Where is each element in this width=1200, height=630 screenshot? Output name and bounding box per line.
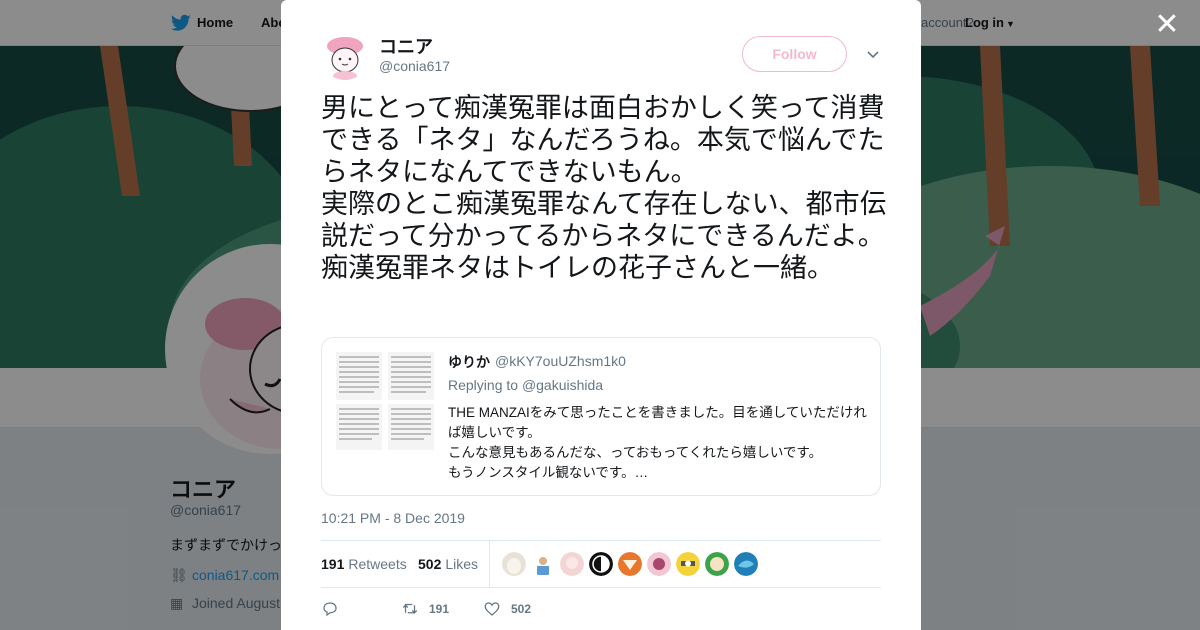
quoted-tweet-card[interactable]: ゆりか @kKY7ouUZhsm1k0 Replying to @gakuish… [321, 337, 881, 496]
reply-icon [323, 602, 337, 617]
avatar-icon [502, 552, 526, 576]
quoted-tweet-text: THE MANZAIをみて思ったことを書きました。目を通していただければ嬉しいで… [448, 405, 867, 480]
tweet-actions: 191 502 [321, 598, 881, 622]
liker-avatar[interactable] [676, 552, 700, 576]
liker-avatar[interactable] [734, 552, 758, 576]
liker-avatar[interactable] [589, 552, 613, 576]
text-document-image-icon [334, 350, 436, 452]
tweet-modal: コニア @conia617 Follow 男にとって痴漢冤罪は面白おかしく笑って… [281, 0, 921, 630]
tweet-text: 男にとって痴漢冤罪は面白おかしく笑って消費できる「ネタ」なんだろうね。本気で悩ん… [321, 93, 887, 283]
reply-button[interactable] [321, 598, 339, 620]
quoted-replying-to: Replying to @gakuishida [448, 377, 603, 393]
liker-avatar[interactable] [647, 552, 671, 576]
avatar-icon [647, 552, 671, 576]
close-icon[interactable]: ✕ [1152, 10, 1182, 40]
likes-stat[interactable]: 502 Likes [418, 556, 478, 572]
tweet-stats: 191 Retweets 502 Likes [321, 540, 881, 588]
tweet-timestamp[interactable]: 10:21 PM - 8 Dec 2019 [321, 510, 465, 526]
likes-count: 502 [418, 556, 442, 572]
follow-button[interactable]: Follow [742, 36, 847, 72]
quoted-author-name: ゆりか [448, 354, 490, 370]
stats-divider [489, 541, 490, 587]
liker-avatar[interactable] [705, 552, 729, 576]
author-avatar[interactable] [321, 32, 369, 80]
liker-avatar[interactable] [560, 552, 584, 576]
retweets-label: Retweets [348, 556, 407, 572]
liker-avatar[interactable] [502, 552, 526, 576]
avatar-icon [531, 552, 555, 576]
likers-avatars [502, 552, 758, 576]
retweet-icon [402, 603, 418, 615]
quoted-author-handle: @kKY7ouUZhsm1k0 [495, 353, 626, 369]
retweet-count: 191 [429, 602, 450, 616]
chevron-down-icon[interactable] [865, 46, 881, 62]
likes-label: Likes [445, 556, 479, 572]
replying-to-handle[interactable]: @gakuishida [522, 377, 603, 393]
liker-avatar[interactable] [618, 552, 642, 576]
retweets-count: 191 [321, 556, 345, 572]
avatar-icon [705, 552, 729, 576]
avatar-icon [589, 552, 613, 576]
replying-prefix: Replying to [448, 377, 519, 393]
author-name[interactable]: コニア [379, 33, 433, 59]
avatar-icon [676, 552, 700, 576]
cat-avatar-icon [321, 32, 369, 80]
like-button[interactable]: 502 [483, 598, 531, 620]
quoted-tweet-image[interactable] [334, 350, 436, 452]
author-handle[interactable]: @conia617 [379, 58, 450, 74]
avatar-icon [618, 552, 642, 576]
avatar-icon [560, 552, 584, 576]
retweets-stat[interactable]: 191 Retweets [321, 556, 407, 572]
heart-icon [484, 602, 500, 616]
like-count: 502 [511, 602, 532, 616]
liker-avatar[interactable] [531, 552, 555, 576]
retweet-button[interactable]: 191 [401, 598, 449, 620]
avatar-icon [734, 552, 758, 576]
